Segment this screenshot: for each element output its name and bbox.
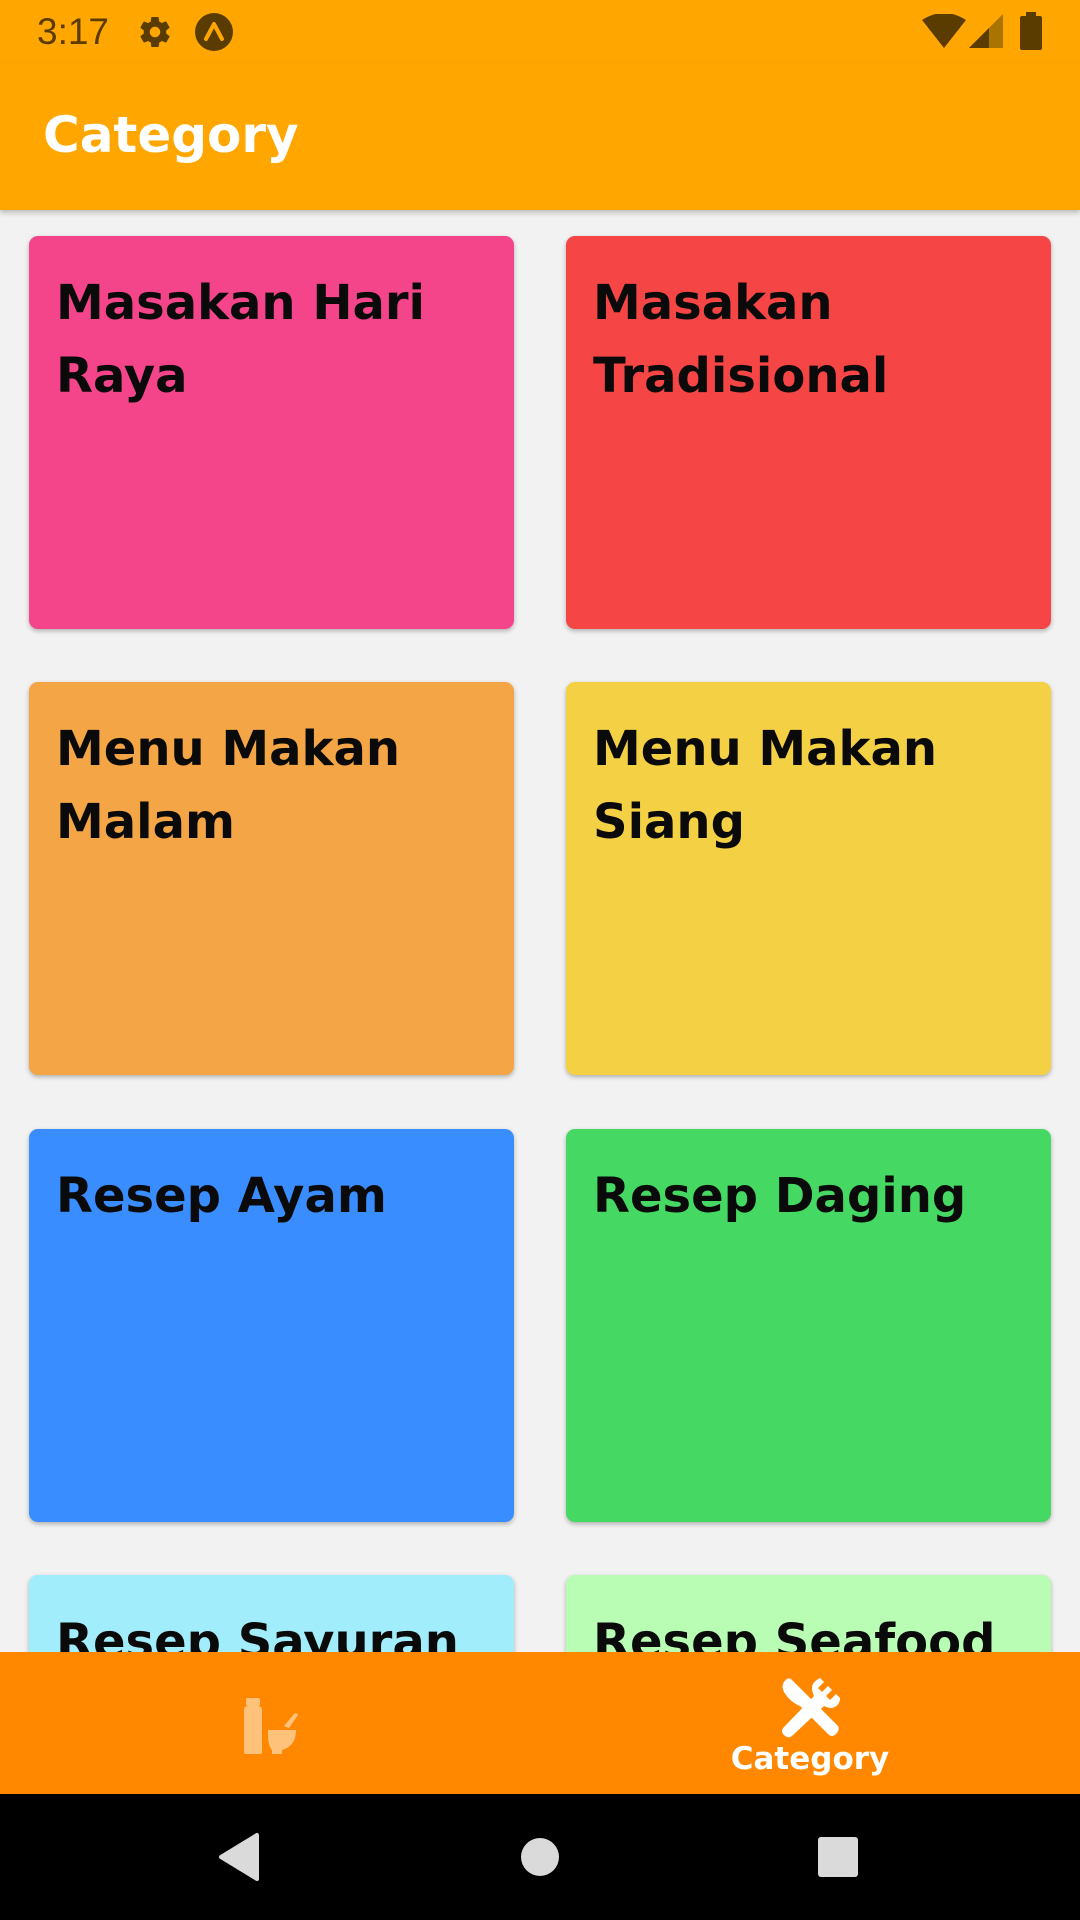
category-card-label: Resep Daging (593, 1168, 967, 1224)
vpn-lambda-icon (194, 12, 234, 52)
wifi-icon (922, 14, 966, 48)
category-card-resep-sayuran[interactable]: Resep Sayuran (29, 1575, 514, 1652)
category-card-label: Resep Seafood (593, 1614, 996, 1652)
recents-icon (818, 1837, 858, 1877)
cellular-signal-icon (969, 14, 1003, 48)
settings-gear-icon (137, 14, 173, 50)
category-card-label: Menu Makan Malam (56, 721, 401, 850)
category-card-label: Resep Ayam (56, 1168, 387, 1224)
nav-item-category[interactable]: Category (540, 1652, 1080, 1794)
nav-item-recipes[interactable] (0, 1652, 540, 1794)
category-card-resep-daging[interactable]: Resep Daging (566, 1129, 1051, 1522)
category-card-menu-makan-malam[interactable]: Menu Makan Malam (29, 682, 514, 1075)
bottom-navigation: Category (0, 1652, 1080, 1794)
home-button[interactable] (477, 1794, 603, 1920)
category-card-label: Menu Makan Siang (593, 721, 938, 850)
nav-item-category-label: Category (730, 1741, 890, 1777)
category-card-label: Masakan Tradisional (593, 275, 889, 404)
home-icon (521, 1838, 559, 1876)
category-card-resep-seafood[interactable]: Resep Seafood (566, 1575, 1051, 1652)
app-bar: Category (0, 63, 1080, 210)
category-card-menu-makan-siang[interactable]: Menu Makan Siang (566, 682, 1051, 1075)
category-grid: Masakan Hari Raya Masakan Tradisional Me… (0, 210, 1080, 1652)
battery-icon (1020, 12, 1042, 50)
category-card-masakan-tradisional[interactable]: Masakan Tradisional (566, 236, 1051, 629)
category-card-masakan-hari-raya[interactable]: Masakan Hari Raya (29, 236, 514, 629)
mortar-pestle-icon (240, 1698, 300, 1758)
back-icon (219, 1833, 259, 1881)
category-card-resep-ayam[interactable]: Resep Ayam (29, 1129, 514, 1522)
category-card-label: Masakan Hari Raya (56, 275, 425, 404)
system-navigation-bar (0, 1794, 1080, 1920)
fork-knife-icon (778, 1676, 842, 1742)
page-title: Category (43, 106, 299, 164)
status-time: 3:17 (37, 11, 110, 52)
back-button[interactable] (176, 1794, 302, 1920)
status-bar: 3:17 (0, 0, 1080, 63)
category-card-label: Resep Sayuran (56, 1614, 459, 1652)
recents-button[interactable] (775, 1794, 901, 1920)
